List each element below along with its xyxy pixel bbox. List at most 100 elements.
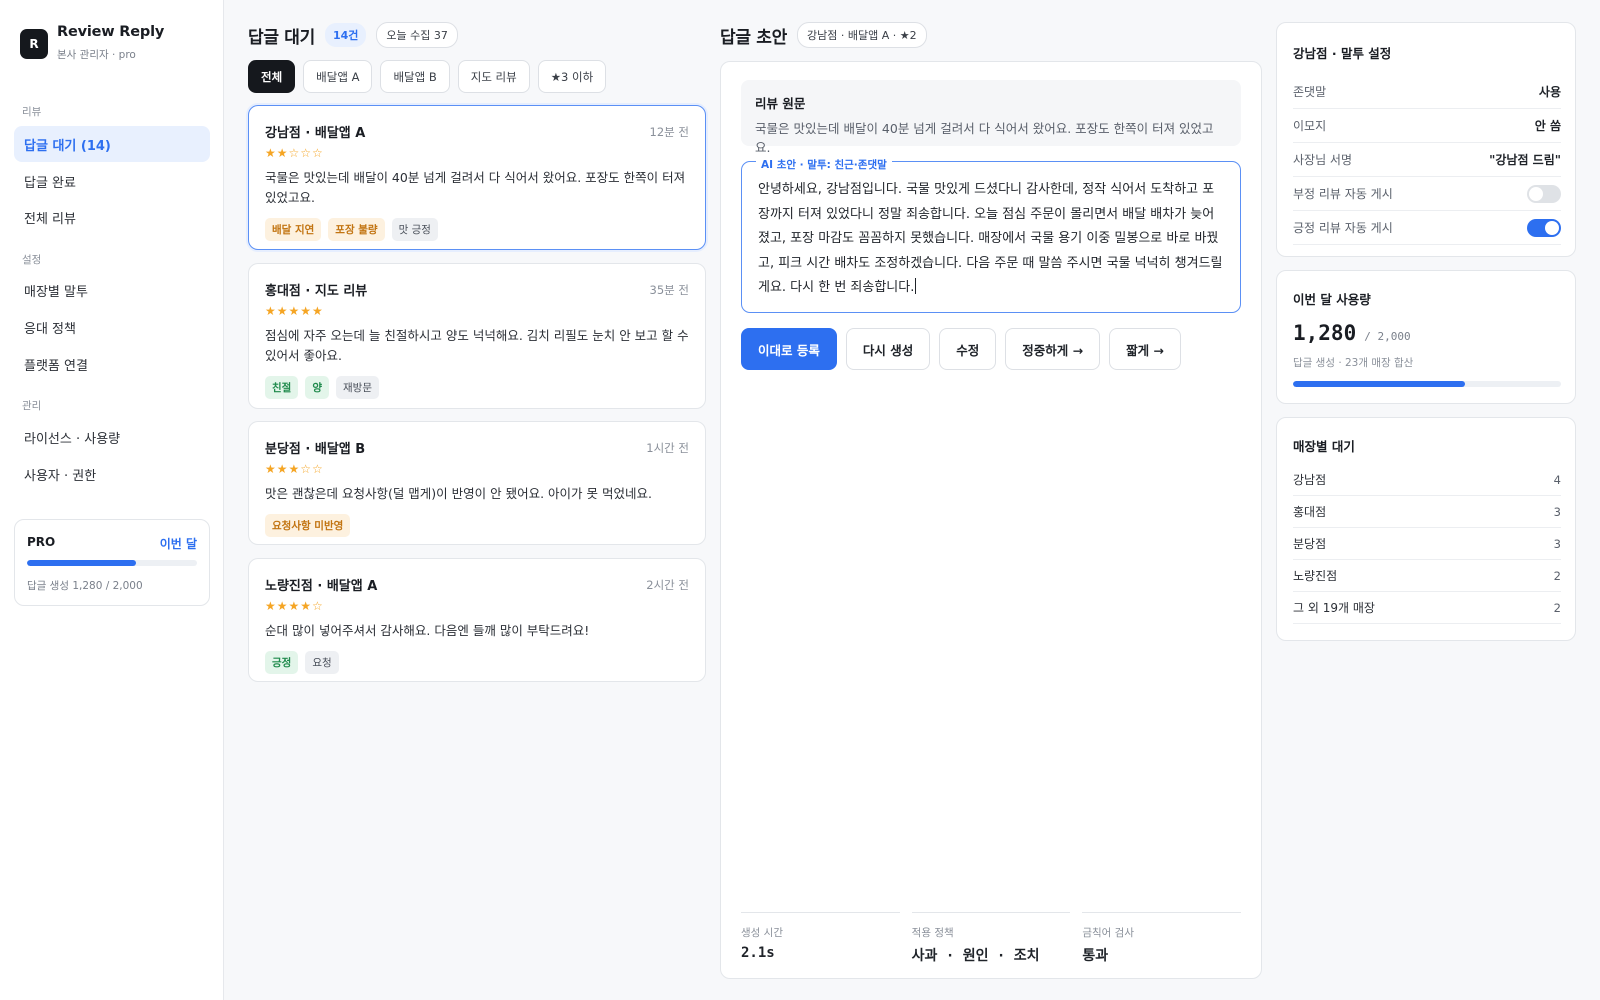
review-text: 순대 많이 넣어주셔서 감사해요. 다음엔 들깨 많이 부탁드려요! bbox=[265, 623, 590, 638]
review-store: 분당점 · 배달앱 B bbox=[265, 442, 366, 457]
review-tag: 맛 긍정 bbox=[391, 218, 438, 241]
store-row[interactable]: 홍대점 3 bbox=[1293, 496, 1561, 528]
review-card[interactable]: 노량진점 · 배달앱 A 2시간 전 ★★★★☆ 순대 많이 넣어주셔서 감사해… bbox=[248, 558, 706, 682]
stat-label: 생성 시간 bbox=[741, 927, 783, 939]
queue-count-badge: 14건 bbox=[324, 23, 367, 47]
auto-post-positive-toggle[interactable] bbox=[1527, 218, 1561, 237]
sidebar-item-users[interactable]: 사용자 · 권한 bbox=[14, 456, 210, 492]
review-time: 12분 전 bbox=[649, 124, 689, 139]
review-text: 맛은 괜찮은데 요청사항(덜 맵게)이 반영이 안 됐어요. 아이가 못 먹었네… bbox=[265, 486, 652, 501]
stat-label: 금칙어 검사 bbox=[1082, 927, 1134, 939]
filter-tabs: 전체 배달앱 A 배달앱 B 지도 리뷰 ★3 이하 bbox=[248, 60, 607, 93]
filter-low-rating[interactable]: ★3 이하 bbox=[537, 60, 607, 93]
review-store: 강남점 · 배달앱 A bbox=[265, 126, 366, 141]
store-queue-card: 매장별 대기 강남점 4 홍대점 3 분당점 3 노량진점 2 그 외 19개 … bbox=[1276, 417, 1576, 641]
review-text: 국물은 맛있는데 배달이 40분 넘게 걸려서 다 식어서 왔어요. 포장도 한… bbox=[265, 170, 686, 205]
sidebar-item-pending[interactable]: 답글 대기 (14) bbox=[14, 126, 210, 162]
draft-context-badge: 강남점 · 배달앱 A · ★2 bbox=[796, 22, 927, 48]
sidebar-item-all-reviews[interactable]: 전체 리뷰 bbox=[14, 199, 210, 235]
sidebar-item-store-tone[interactable]: 매장별 말투 bbox=[14, 272, 210, 308]
stat-label: 적용 정책 bbox=[911, 927, 954, 939]
app-subtitle: 본사 관리자 · pro bbox=[57, 49, 136, 61]
sidebar-item-done[interactable]: 답글 완료 bbox=[14, 163, 210, 199]
setting-value: "강남점 드림" bbox=[1489, 153, 1561, 167]
plan-usage-bar bbox=[27, 560, 197, 566]
store-count: 4 bbox=[1553, 472, 1561, 487]
reply-text[interactable]: 안녕하세요, 강남점입니다. 국물 맛있게 드셨다니 감사한데, 정작 식어서 … bbox=[758, 182, 1223, 295]
shorter-button[interactable]: 짧게 → bbox=[1109, 328, 1181, 370]
auto-post-negative-toggle[interactable] bbox=[1527, 184, 1561, 203]
filter-app-a[interactable]: 배달앱 A bbox=[303, 60, 373, 93]
star-rating: ★★☆☆☆ bbox=[265, 146, 324, 160]
reply-editor[interactable]: AI 초안 · 말투: 친근·존댓말 안녕하세요, 강남점입니다. 국물 맛있게… bbox=[741, 153, 1241, 313]
publish-button[interactable]: 이대로 등록 bbox=[741, 328, 837, 370]
setting-value: 안 씀 bbox=[1534, 119, 1561, 133]
more-polite-button[interactable]: 정중하게 → bbox=[1005, 328, 1101, 370]
store-row[interactable]: 그 외 19개 매장 2 bbox=[1293, 592, 1561, 624]
store-queue-title: 매장별 대기 bbox=[1293, 439, 1355, 454]
edit-button[interactable]: 수정 bbox=[939, 328, 997, 370]
store-name: 분당점 bbox=[1293, 537, 1327, 551]
draft-title: 답글 초안 bbox=[720, 27, 787, 48]
text-caret bbox=[915, 278, 917, 294]
review-text: 점심에 자주 오는데 늘 친절하시고 양도 넉넉해요. 김치 리필도 눈치 안 … bbox=[265, 328, 689, 363]
stat-generation-time: 생성 시간 2.1s bbox=[741, 912, 900, 965]
sidebar-item-response-policy[interactable]: 응대 정책 bbox=[14, 309, 210, 345]
stat-banned-words: 금칙어 검사 통과 bbox=[1082, 912, 1242, 965]
store-row[interactable]: 분당점 3 bbox=[1293, 528, 1561, 560]
plan-card: PRO 이번 달 답글 생성 1,280 / 2,000 bbox=[14, 519, 210, 606]
review-tag: 재방문 bbox=[336, 376, 379, 399]
filter-all[interactable]: 전체 bbox=[248, 60, 296, 93]
usage-subtitle: 답글 생성 · 23개 매장 합산 bbox=[1293, 357, 1414, 369]
setting-emoji[interactable]: 이모지 안 씀 bbox=[1293, 109, 1561, 143]
store-name: 강남점 bbox=[1293, 473, 1327, 487]
queue-title: 답글 대기 bbox=[248, 27, 315, 48]
review-tag: 포장 불량 bbox=[328, 218, 385, 241]
stat-policy: 적용 정책 사과 · 원인 · 조치 bbox=[911, 912, 1071, 965]
star-rating: ★★★★☆ bbox=[265, 599, 324, 613]
store-row[interactable]: 노량진점 2 bbox=[1293, 560, 1561, 592]
store-row[interactable]: 강남점 4 bbox=[1293, 464, 1561, 496]
original-review-text: 국물은 맛있는데 배달이 40분 넘게 걸려서 다 식어서 왔어요. 포장도 한… bbox=[755, 121, 1214, 155]
store-count: 2 bbox=[1553, 600, 1561, 615]
review-card[interactable]: 분당점 · 배달앱 B 1시간 전 ★★★☆☆ 맛은 괜찮은데 요청사항(덜 맵… bbox=[248, 421, 706, 545]
store-name: 노량진점 bbox=[1293, 569, 1338, 583]
usage-title: 이번 달 사용량 bbox=[1293, 292, 1371, 307]
setting-key: 부정 리뷰 자동 게시 bbox=[1293, 187, 1393, 201]
plan-label: PRO bbox=[27, 535, 56, 549]
review-time: 35분 전 bbox=[649, 282, 689, 297]
usage-progress-fill bbox=[1293, 381, 1465, 387]
review-card[interactable]: 강남점 · 배달앱 A 12분 전 ★★☆☆☆ 국물은 맛있는데 배달이 40분… bbox=[248, 105, 706, 250]
stat-value: 사과 · 원인 · 조치 bbox=[911, 948, 1040, 964]
queue-header: 답글 대기 14건 오늘 수집 37 bbox=[248, 22, 458, 48]
stat-value: 2.1s bbox=[741, 945, 775, 961]
setting-auto-post-negative: 부정 리뷰 자동 게시 bbox=[1293, 177, 1561, 211]
original-review-title: 리뷰 원문 bbox=[755, 96, 806, 111]
draft-header: 답글 초안 강남점 · 배달앱 A · ★2 bbox=[720, 22, 927, 48]
setting-signature[interactable]: 사장님 서명 "강남점 드림" bbox=[1293, 143, 1561, 177]
review-tag: 양 bbox=[305, 376, 329, 399]
review-tag: 요청 bbox=[305, 651, 339, 674]
nav-section-settings: 설정 bbox=[22, 254, 42, 266]
nav-section-reviews: 리뷰 bbox=[22, 106, 42, 118]
ai-draft-label: AI 초안 · 말투: 친근·존댓말 bbox=[756, 153, 892, 178]
sidebar-item-license[interactable]: 라이선스 · 사용량 bbox=[14, 419, 210, 455]
review-tag: 배달 지연 bbox=[265, 218, 322, 241]
filter-app-b[interactable]: 배달앱 B bbox=[380, 60, 450, 93]
sidebar-item-platforms[interactable]: 플랫폼 연결 bbox=[14, 346, 210, 382]
usage-progress-bar bbox=[1293, 381, 1561, 387]
tone-settings-card: 강남점 · 말투 설정 존댓말 사용 이모지 안 씀 사장님 서명 "강남점 드… bbox=[1276, 22, 1576, 257]
regenerate-button[interactable]: 다시 생성 bbox=[845, 328, 931, 370]
plan-period-link[interactable]: 이번 달 bbox=[160, 535, 197, 552]
plan-usage-bar-fill bbox=[27, 560, 136, 566]
setting-honorific[interactable]: 존댓말 사용 bbox=[1293, 75, 1561, 109]
draft-actions: 이대로 등록 다시 생성 수정 정중하게 → 짧게 → bbox=[741, 328, 1181, 370]
review-store: 노량진점 · 배달앱 A bbox=[265, 579, 378, 594]
review-tag: 긍정 bbox=[265, 651, 299, 674]
review-time: 2시간 전 bbox=[646, 577, 689, 592]
draft-panel: 리뷰 원문 국물은 맛있는데 배달이 40분 넘게 걸려서 다 식어서 왔어요.… bbox=[720, 61, 1262, 979]
plan-usage-text: 답글 생성 1,280 / 2,000 bbox=[27, 580, 143, 592]
filter-map-reviews[interactable]: 지도 리뷰 bbox=[457, 60, 530, 93]
review-card[interactable]: 홍대점 · 지도 리뷰 35분 전 ★★★★★ 점심에 자주 오는데 늘 친절하… bbox=[248, 263, 706, 409]
today-collected-badge: 오늘 수집 37 bbox=[376, 22, 458, 48]
